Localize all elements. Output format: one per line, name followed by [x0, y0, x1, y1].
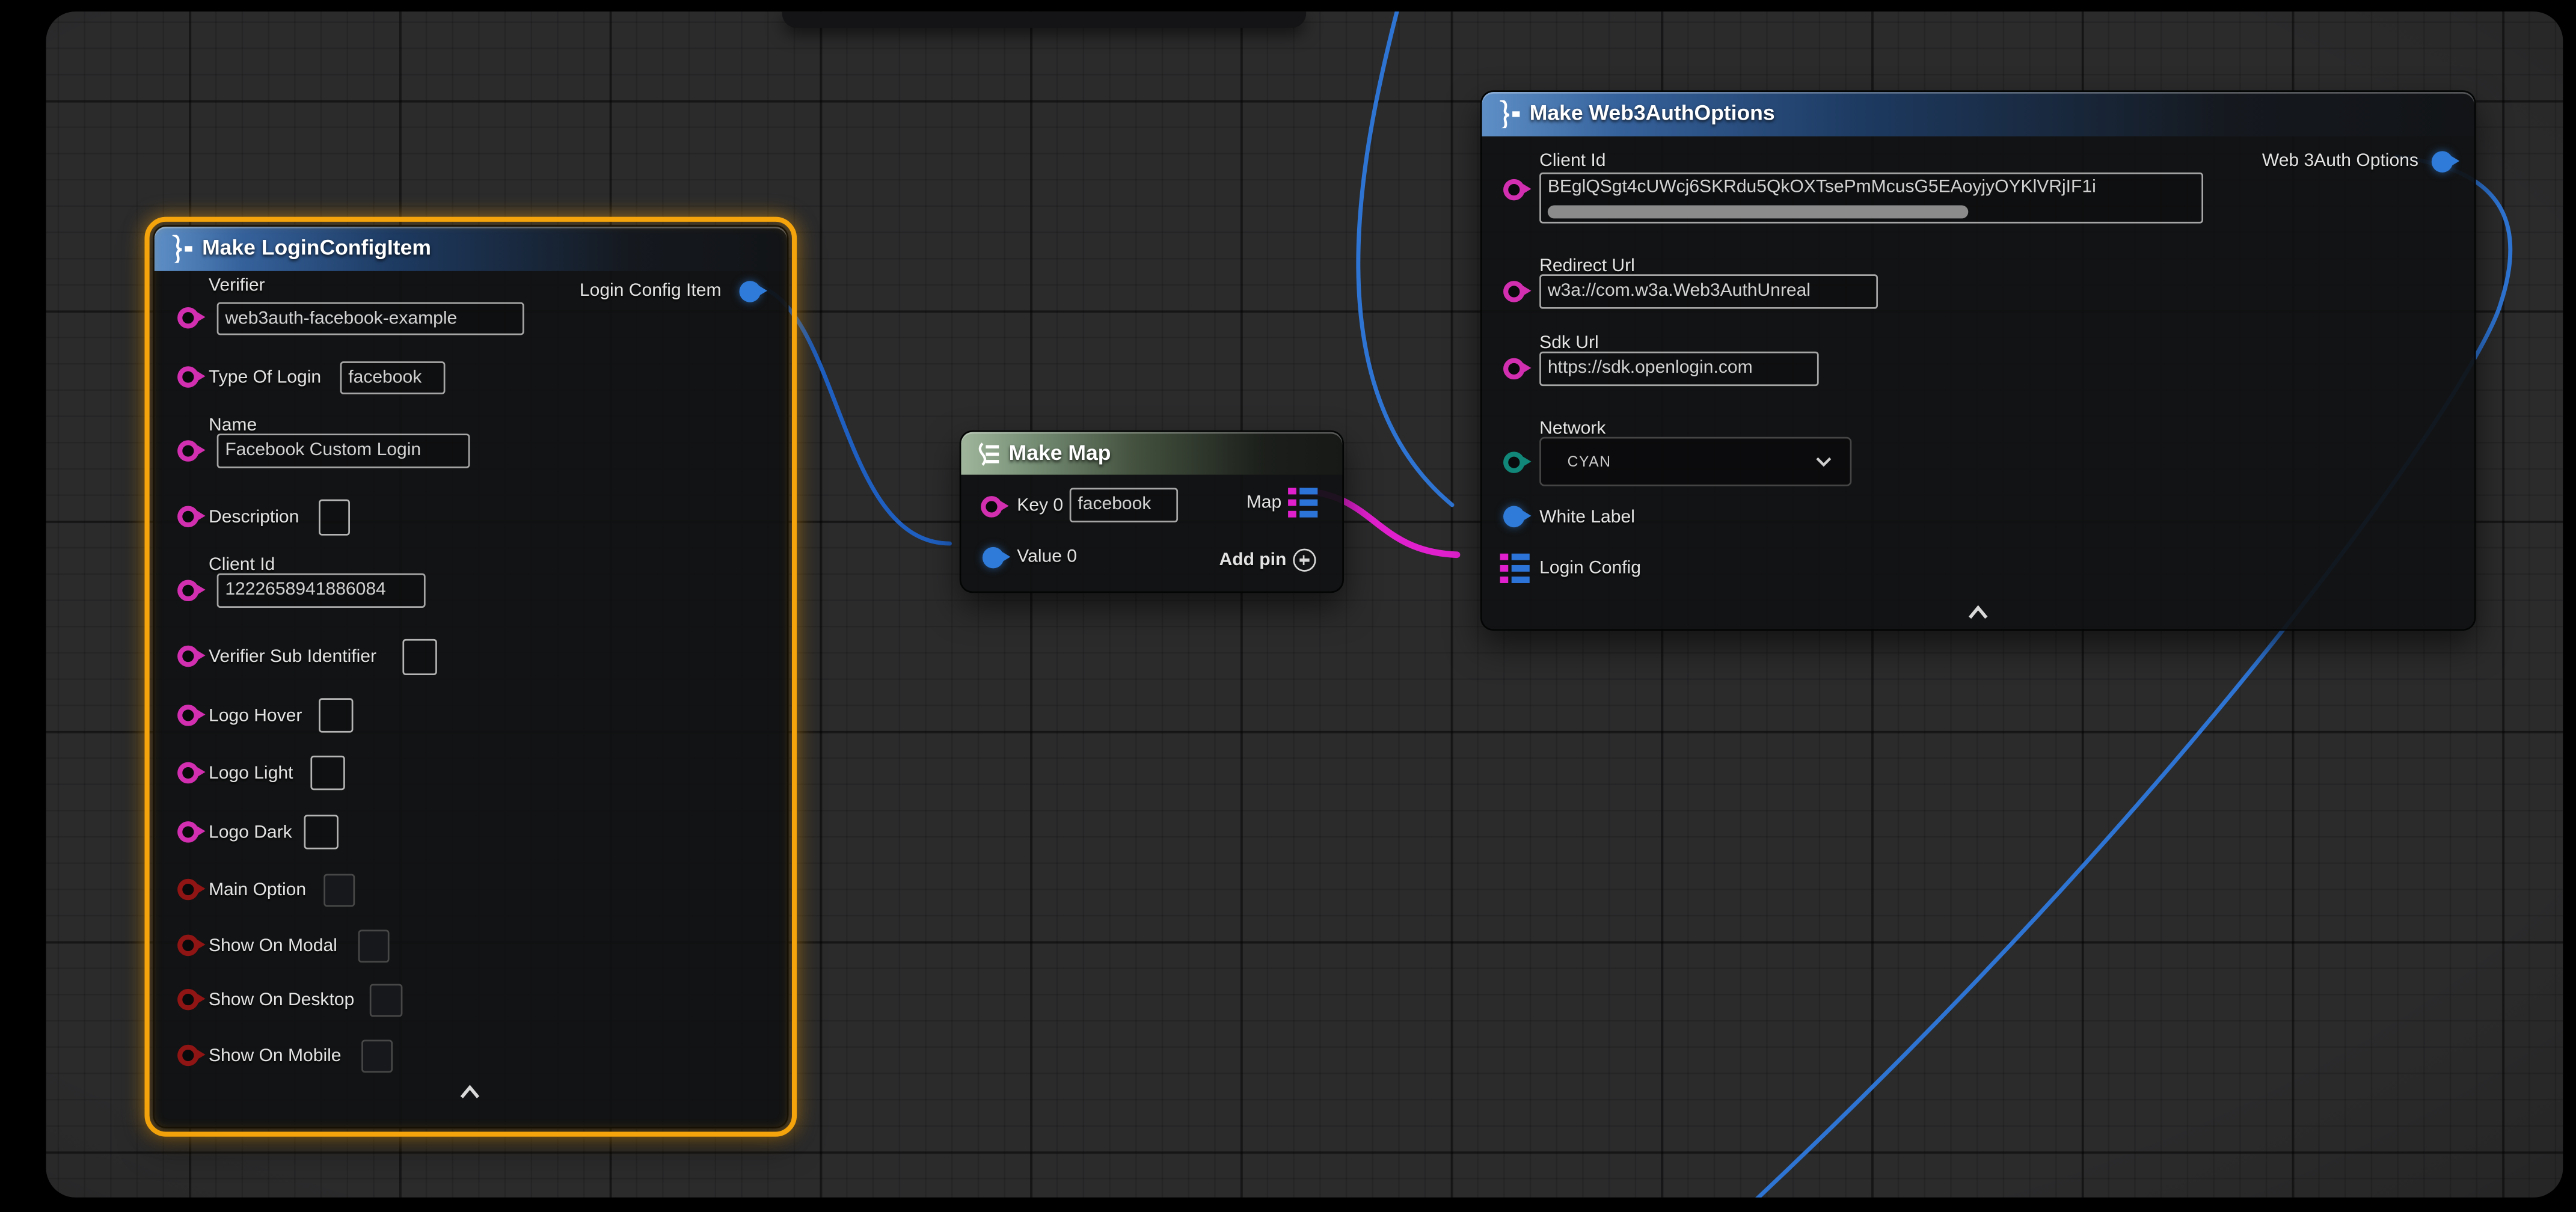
logo-light-input[interactable]: [310, 756, 345, 790]
pin-show-on-modal[interactable]: [176, 933, 200, 958]
node-header[interactable]: Make LoginConfigItem: [155, 227, 787, 271]
network-dropdown-value: CYAN: [1568, 453, 1612, 470]
node-make-web3authoptions[interactable]: Make Web3AuthOptions Web 3Auth Options C…: [1480, 90, 2476, 631]
client-id-scrollbar[interactable]: [1548, 206, 1968, 219]
pin-label-show-on-mobile: Show On Mobile: [209, 1046, 342, 1066]
pin-label-name: Name: [209, 415, 257, 435]
graph-grid[interactable]: Make LoginConfigItem Login Config Item V…: [46, 11, 2563, 1198]
pin-label-key-0: Key 0: [1017, 496, 1063, 516]
client-id-input[interactable]: BEglQSgt4cUWcj6SKRdu5QkOXTsePmMcusG5EAoy…: [1539, 173, 2203, 224]
pin-logo-dark[interactable]: [176, 819, 200, 844]
network-dropdown[interactable]: CYAN: [1539, 437, 1851, 486]
pin-client-id[interactable]: [176, 578, 200, 603]
pin-client-id[interactable]: [1501, 177, 1526, 202]
pin-sdk-url[interactable]: [1501, 357, 1526, 381]
pin-label-redirect-url: Redirect Url: [1539, 256, 1635, 276]
pin-label-verifier-sub-identifier: Verifier Sub Identifier: [209, 647, 376, 667]
pin-label-verifier: Verifier: [209, 276, 265, 296]
pin-main-option[interactable]: [176, 877, 200, 902]
pin-key-0[interactable]: [979, 494, 1004, 519]
pin-label-show-on-modal: Show On Modal: [209, 936, 337, 956]
pin-network[interactable]: [1501, 450, 1526, 475]
pin-label-network: Network: [1539, 419, 1605, 439]
pin-label-white-label: White Label: [1539, 507, 1635, 527]
offscreen-node-bottom-edge[interactable]: [782, 11, 1307, 28]
show-on-desktop-checkbox[interactable]: [370, 984, 403, 1017]
sdk-url-input[interactable]: https://sdk.openlogin.com: [1539, 352, 1818, 386]
pin-label-main-option: Main Option: [209, 881, 306, 901]
verifier-sub-identifier-input[interactable]: [402, 639, 437, 675]
redirect-url-input[interactable]: w3a://com.w3a.Web3AuthUnreal: [1539, 274, 1878, 308]
output-pin-label: Login Config Item: [580, 281, 722, 301]
make-struct-icon: [1495, 100, 1523, 128]
pin-label-type-of-login: Type Of Login: [209, 368, 321, 388]
pin-map-output[interactable]: [1288, 488, 1317, 517]
pin-name[interactable]: [176, 439, 200, 464]
pin-label-description: Description: [209, 507, 299, 527]
pin-label-sdk-url: Sdk Url: [1539, 334, 1599, 354]
key-0-input[interactable]: facebook: [1070, 488, 1178, 522]
description-input[interactable]: [319, 500, 350, 536]
collapse-node-chevron-icon[interactable]: [457, 1084, 483, 1100]
pin-verifier[interactable]: [176, 305, 200, 330]
main-option-checkbox[interactable]: [324, 874, 355, 907]
wire-top-to-whitelabel[interactable]: [1358, 11, 1452, 505]
pin-web3auth-options-output[interactable]: [2430, 150, 2455, 174]
logo-hover-input[interactable]: [319, 698, 353, 732]
show-on-modal-checkbox[interactable]: [358, 929, 390, 963]
blueprint-canvas: Make LoginConfigItem Login Config Item V…: [0, 0, 2576, 1212]
pin-label-logo-light: Logo Light: [209, 764, 293, 784]
pin-show-on-desktop[interactable]: [176, 987, 200, 1012]
pin-verifier-sub-identifier[interactable]: [176, 644, 200, 669]
pin-description[interactable]: [176, 504, 200, 529]
pin-login-config[interactable]: [1500, 554, 1530, 583]
pin-value-0[interactable]: [981, 545, 1005, 570]
node-title: Make Map: [1009, 440, 1111, 465]
pin-label-login-config: Login Config: [1539, 559, 1641, 578]
logo-dark-input[interactable]: [304, 815, 338, 849]
pin-label-client-id: Client Id: [1539, 151, 1605, 171]
node-header[interactable]: Make Map: [961, 432, 1342, 475]
pin-label-value-0: Value 0: [1017, 547, 1077, 567]
pin-label-show-on-desktop: Show On Desktop: [209, 991, 354, 1011]
chevron-down-icon: [1814, 455, 1833, 468]
type-of-login-input[interactable]: facebook: [340, 361, 446, 394]
verifier-input[interactable]: web3auth-facebook-example: [217, 302, 524, 335]
pin-type-of-login[interactable]: [176, 365, 200, 390]
pin-label-logo-dark: Logo Dark: [209, 823, 292, 843]
pin-show-on-mobile[interactable]: [176, 1043, 200, 1068]
pin-label-client-id: Client Id: [209, 556, 275, 575]
node-header[interactable]: Make Web3AuthOptions: [1482, 92, 2474, 136]
pin-logo-light[interactable]: [176, 761, 200, 785]
collapse-node-chevron-icon[interactable]: [1965, 604, 1992, 620]
show-on-mobile-checkbox[interactable]: [361, 1040, 393, 1073]
add-pin-button[interactable]: [1293, 549, 1316, 572]
pin-label-logo-hover: Logo Hover: [209, 706, 302, 726]
pin-white-label[interactable]: [1501, 504, 1526, 529]
pin-logo-hover[interactable]: [176, 703, 200, 727]
output-pin-label: Map: [1247, 493, 1281, 513]
node-make-map[interactable]: Make Map Key 0 facebook Map Value 0 Add …: [960, 430, 1344, 593]
client-id-input[interactable]: 1222658941886084: [217, 574, 426, 608]
node-title: Make Web3AuthOptions: [1530, 100, 1775, 125]
name-input[interactable]: Facebook Custom Login: [217, 433, 470, 468]
node-make-loginconfigitem[interactable]: Make LoginConfigItem Login Config Item V…: [153, 225, 788, 1128]
pin-login-config-item-output[interactable]: [738, 279, 762, 304]
output-pin-label: Web 3Auth Options: [2262, 151, 2418, 171]
client-id-value: BEglQSgt4cUWcj6SKRdu5QkOXTsePmMcusG5EAoy…: [1548, 177, 2096, 197]
make-map-icon: [974, 440, 1002, 468]
pin-redirect-url[interactable]: [1501, 279, 1526, 304]
add-pin-label: Add pin: [1219, 550, 1287, 570]
make-struct-icon: [168, 235, 195, 263]
node-title: Make LoginConfigItem: [202, 235, 431, 260]
